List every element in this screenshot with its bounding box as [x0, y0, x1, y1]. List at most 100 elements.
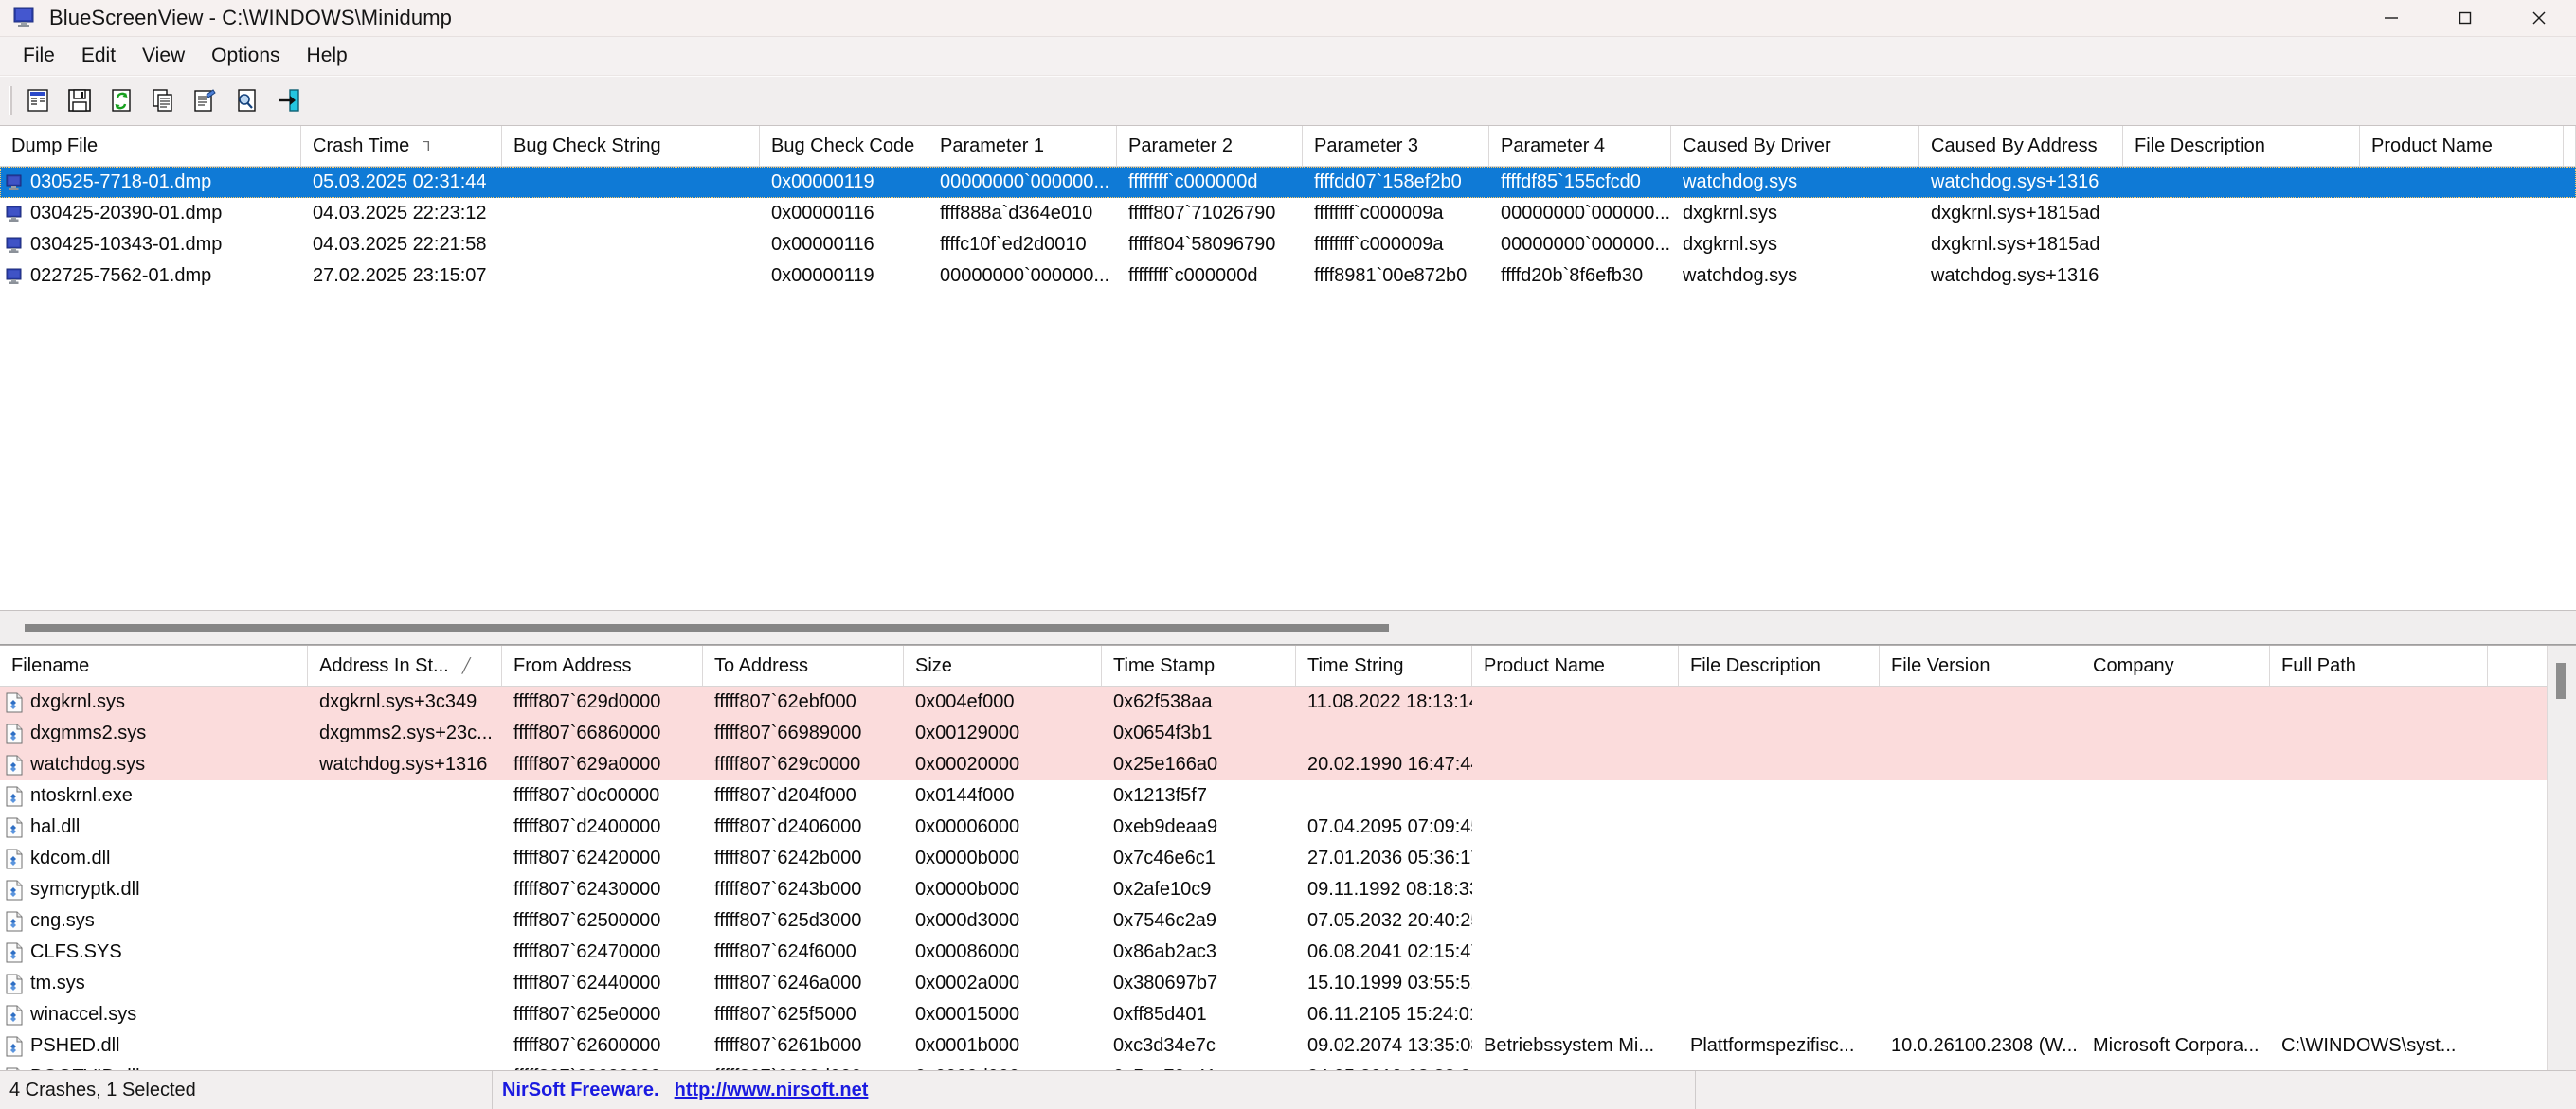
cell-from-address: fffff807`62420000 [502, 848, 703, 869]
menu-item-options[interactable]: Options [198, 41, 293, 71]
report-pencil-icon[interactable] [184, 81, 225, 119]
table-row[interactable]: ntoskrnl.exe fffff807`d0c00000 fffff807`d2… [0, 780, 2576, 812]
column-header-bug-check-string[interactable]: Bug Check String [502, 126, 760, 166]
scrollbar-thumb[interactable] [2556, 663, 2566, 699]
cell-text: fffff807`d2400000 [513, 816, 661, 837]
table-row[interactable]: 022725-7562-01.dmp 27.02.2025 23:15:07 0x0… [0, 260, 2576, 292]
column-header-time-string[interactable]: Time String [1296, 646, 1472, 686]
column-header-parameter-3[interactable]: Parameter 3 [1303, 126, 1489, 166]
column-header-parameter-2[interactable]: Parameter 2 [1117, 126, 1303, 166]
column-header-filename[interactable]: Filename [0, 646, 308, 686]
cell-size: 0x000d3000 [904, 910, 1102, 932]
column-header-parameter-4[interactable]: Parameter 4 [1489, 126, 1671, 166]
table-row[interactable]: winaccel.sys fffff807`625e0000 fffff807`62… [0, 999, 2576, 1030]
cell-text: dxgkrnl.sys+3c349 [319, 691, 477, 712]
table-row[interactable]: dxgmms2.sys dxgmms2.sys+23c... fffff807`66… [0, 718, 2576, 749]
cell-filename: winaccel.sys [0, 1004, 308, 1026]
column-header-label: Caused By Address [1931, 134, 2098, 156]
vendor-label: NirSoft Freeware. [502, 1079, 659, 1100]
status-nirsoft-link[interactable]: NirSoft Freeware. http://www.nirsoft.net [493, 1071, 1696, 1109]
driver-file-icon [0, 1036, 28, 1057]
cell-text: ffff888a`d364e010 [940, 203, 1093, 224]
column-header-label: From Address [513, 654, 632, 676]
scrollbar-thumb[interactable] [25, 623, 1389, 632]
cell-text: watchdog.sys [30, 754, 146, 775]
close-icon[interactable] [2502, 0, 2576, 36]
table-row[interactable]: watchdog.sys watchdog.sys+1316 fffff807`62… [0, 749, 2576, 780]
floppy-disk-icon[interactable] [59, 81, 100, 119]
cell-filename: PSHED.dll [0, 1035, 308, 1057]
cell-text: cng.sys [30, 910, 95, 931]
column-header-file-description[interactable]: File Description [2123, 126, 2360, 166]
cell-text: dxgkrnl.sys [30, 691, 126, 712]
column-header-from-address[interactable]: From Address [502, 646, 703, 686]
column-header-caused-by-address[interactable]: Caused By Address [1919, 126, 2123, 166]
table-row[interactable]: hal.dll fffff807`d2400000 fffff807`d240600… [0, 812, 2576, 843]
cell-text: hal.dll [30, 816, 81, 837]
menu-item-edit[interactable]: Edit [68, 41, 129, 71]
cell-from-address: fffff807`62620000 [502, 1066, 703, 1070]
report-properties-icon[interactable] [17, 81, 59, 119]
column-header-time-stamp[interactable]: Time Stamp [1102, 646, 1296, 686]
table-row[interactable]: 030425-20390-01.dmp 04.03.2025 22:23:12 0x… [0, 198, 2576, 229]
column-header-label: Product Name [2371, 134, 2493, 156]
cell-text: fffff804`58096790 [1128, 234, 1276, 255]
table-row[interactable]: tm.sys fffff807`62440000 fffff807`6246a000… [0, 968, 2576, 999]
cell-text: 09.11.1992 08:18:33 [1307, 879, 1472, 900]
cell-filename: hal.dll [0, 816, 308, 838]
column-header-size[interactable]: Size [904, 646, 1102, 686]
column-header-c[interactable]: C [2564, 126, 2576, 166]
table-row[interactable]: 030425-10343-01.dmp 04.03.2025 22:21:58 0x… [0, 229, 2576, 260]
column-header-parameter-1[interactable]: Parameter 1 [928, 126, 1117, 166]
column-header-address-in-st[interactable]: Address In St... ╱ [308, 646, 502, 686]
maximize-icon[interactable] [2428, 0, 2502, 36]
crash-list-horizontal-scrollbar[interactable] [0, 610, 2576, 644]
table-row[interactable]: kdcom.dll fffff807`62420000 fffff807`6242b… [0, 843, 2576, 874]
column-header-dump-file[interactable]: Dump File [0, 126, 301, 166]
column-header-crash-time[interactable]: Crash Time Γ [301, 126, 502, 166]
cell-text: 0x0654f3b1 [1113, 723, 1213, 743]
cell-parameter-4: 00000000`000000... [1489, 203, 1671, 224]
table-row[interactable]: dxgkrnl.sys dxgkrnl.sys+3c349 fffff807`629… [0, 687, 2576, 718]
crash-list-header: Dump File Crash Time Γ Bug Check String Bug … [0, 126, 2576, 167]
table-row[interactable]: symcryptk.dll fffff807`62430000 fffff807`6… [0, 874, 2576, 905]
cell-filename: watchdog.sys [0, 754, 308, 776]
column-header-file-description[interactable]: File Description [1679, 646, 1880, 686]
cell-file-version: 10.0.26100.2308 (W... [1880, 1035, 2081, 1057]
column-header-label: Time Stamp [1113, 654, 1216, 676]
driver-list-vertical-scrollbar[interactable] [2547, 646, 2576, 1070]
title-bar: BlueScreenView - C:\WINDOWS\Minidump [0, 0, 2576, 37]
column-header-file-version[interactable]: File Version [1880, 646, 2081, 686]
menu-item-view[interactable]: View [129, 41, 198, 71]
exit-door-icon[interactable] [267, 81, 309, 119]
cell-text: fffff807`d2406000 [714, 816, 862, 837]
table-row[interactable]: PSHED.dll fffff807`62600000 fffff807`6261b… [0, 1030, 2576, 1062]
table-row[interactable]: cng.sys fffff807`62500000 fffff807`625d300… [0, 905, 2576, 937]
menu-item-help[interactable]: Help [294, 41, 361, 71]
cell-to-address: fffff807`6246a000 [703, 973, 904, 994]
table-row[interactable]: CLFS.SYS fffff807`62470000 fffff807`624f60… [0, 937, 2576, 968]
minimize-icon[interactable] [2354, 0, 2428, 36]
cell-to-address: fffff807`6261b000 [703, 1035, 904, 1057]
column-header-caused-by-driver[interactable]: Caused By Driver [1671, 126, 1919, 166]
cell-text: dxgkrnl.sys [1683, 203, 1778, 224]
column-header-product-name[interactable]: Product Name [1472, 646, 1679, 686]
cell-time-string: 20.02.1990 16:47:44 [1296, 754, 1472, 776]
table-row[interactable]: BOOTVID.dll fffff807`62620000 fffff807`626… [0, 1062, 2576, 1070]
cell-text: ffffffff`c000000d [1128, 265, 1258, 286]
nirsoft-url[interactable]: http://www.nirsoft.net [675, 1080, 869, 1101]
table-row[interactable]: 030525-7718-01.dmp 05.03.2025 02:31:44 0x0… [0, 167, 2576, 198]
column-header-label: Dump File [11, 134, 99, 156]
column-header-company[interactable]: Company [2081, 646, 2270, 686]
column-header-bug-check-code[interactable]: Bug Check Code [760, 126, 928, 166]
column-header-full-path[interactable]: Full Path [2270, 646, 2488, 686]
cell-text: watchdog.sys [1683, 171, 1798, 192]
cell-text: fffff807`62430000 [513, 879, 661, 900]
copy-pages-icon[interactable] [142, 81, 184, 119]
window-title: BlueScreenView - C:\WINDOWS\Minidump [49, 6, 452, 29]
refresh-page-icon[interactable] [100, 81, 142, 119]
column-header-to-address[interactable]: To Address [703, 646, 904, 686]
column-header-product-name[interactable]: Product Name [2360, 126, 2564, 166]
page-magnifier-icon[interactable] [225, 81, 267, 119]
menu-item-file[interactable]: File [9, 41, 68, 71]
